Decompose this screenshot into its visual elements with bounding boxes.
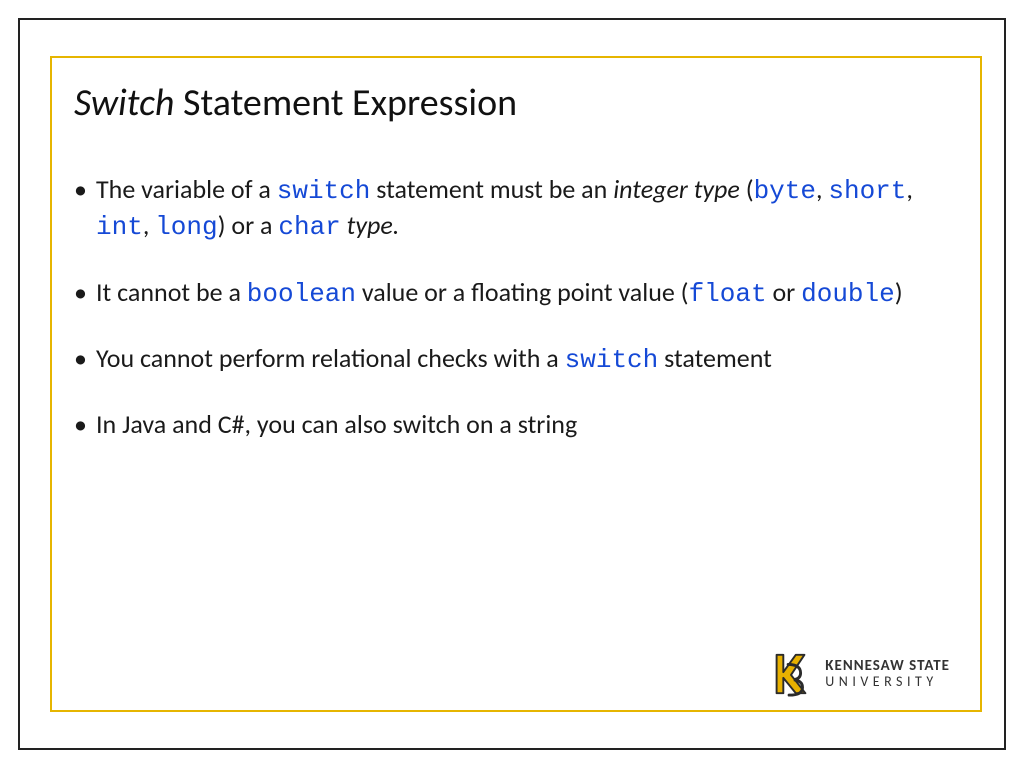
logo-line2: UNIVERSITY [825, 675, 950, 690]
bullet-text: ) [895, 276, 903, 308]
code-keyword: byte [754, 176, 816, 206]
slide-title: Switch Statement Expression [74, 80, 944, 126]
title-italic: Switch [74, 80, 174, 126]
bullet-text: The variable of a [96, 173, 277, 205]
bullet-item: It cannot be a boolean value or a floati… [74, 275, 944, 311]
slide-content: Switch Statement Expression The variable… [80, 80, 944, 658]
code-keyword: switch [277, 176, 371, 206]
bullet-text: It cannot be a [96, 276, 247, 308]
code-keyword: long [155, 212, 217, 242]
italic-text: type. [347, 209, 400, 241]
bullet-text: ( [740, 173, 754, 205]
bullet-item: The variable of a switch statement must … [74, 172, 944, 245]
slide-outer-frame: Switch Statement Expression The variable… [18, 18, 1006, 750]
code-keyword: switch [565, 345, 659, 375]
title-rest: Statement Expression [174, 80, 517, 126]
code-keyword: boolean [247, 279, 356, 309]
bullet-item: You cannot perform relational checks wit… [74, 341, 944, 377]
logo-text: KENNESAW STATE UNIVERSITY [825, 659, 950, 689]
university-logo: KENNESAW STATE UNIVERSITY [767, 650, 950, 698]
bullet-text: , [906, 173, 913, 205]
bullet-text: or [767, 276, 802, 308]
italic-text: integer type [613, 173, 740, 205]
code-keyword: int [96, 212, 143, 242]
code-keyword: float [689, 279, 767, 309]
code-keyword: double [801, 279, 895, 309]
code-keyword: short [828, 176, 906, 206]
bullet-text: ) or a [218, 209, 279, 241]
ks-monogram-icon [767, 650, 815, 698]
bullet-text: statement must be an [370, 173, 613, 205]
bullet-text: statement [658, 342, 772, 374]
bullet-text: , [816, 173, 828, 205]
bullet-text: You cannot perform relational checks wit… [96, 342, 565, 374]
code-keyword: char [278, 212, 340, 242]
bullet-text: , [143, 209, 155, 241]
bullet-text: In Java and C#, you can also switch on a… [96, 408, 577, 440]
bullet-item: In Java and C#, you can also switch on a… [74, 407, 944, 441]
bullet-text: value or a floating point value ( [356, 276, 689, 308]
bullet-list: The variable of a switch statement must … [74, 172, 944, 442]
